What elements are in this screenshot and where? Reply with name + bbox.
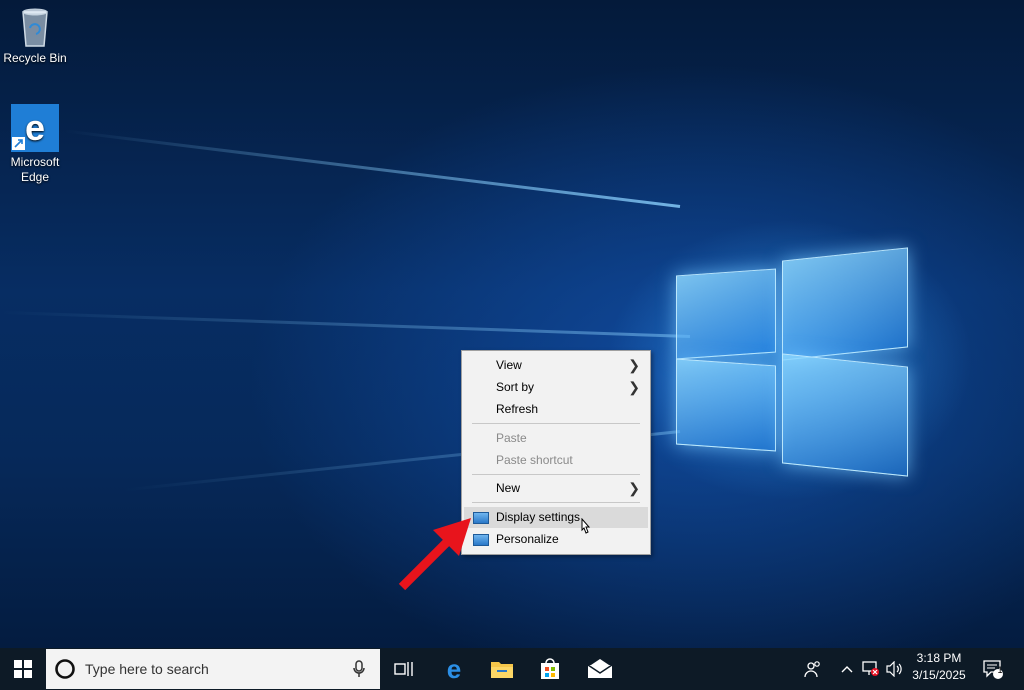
chevron-up-icon: [841, 666, 853, 673]
microphone-icon[interactable]: [352, 660, 366, 678]
task-view-button[interactable]: [386, 648, 422, 690]
light-beam: [64, 129, 681, 208]
svg-text:e: e: [25, 107, 45, 148]
chevron-right-icon: ❯: [628, 357, 640, 373]
network-disconnected-icon: [862, 661, 879, 676]
taskbar-search-box[interactable]: Type here to search: [46, 649, 380, 689]
desktop-icon-label: Microsoft Edge: [10, 155, 60, 184]
chevron-right-icon: ❯: [628, 379, 640, 395]
volume-button[interactable]: [884, 648, 904, 690]
menu-item-label: Refresh: [496, 402, 539, 416]
mouse-cursor-icon: [581, 518, 591, 534]
edge-icon: e: [11, 104, 59, 152]
mail-icon: [587, 659, 613, 678]
taskbar-store-button[interactable]: [532, 648, 568, 690]
menu-item-new[interactable]: New ❯: [464, 478, 648, 499]
taskbar-file-explorer-button[interactable]: [484, 648, 520, 690]
people-button[interactable]: [800, 648, 826, 690]
menu-item-label: New: [496, 481, 521, 495]
file-explorer-icon: [491, 662, 513, 678]
notification-count-badge: 1: [997, 665, 1003, 675]
svg-text:e: e: [447, 657, 461, 681]
menu-item-refresh[interactable]: Refresh: [464, 399, 648, 420]
taskbar-clock[interactable]: 3:18 PM 3/15/2025: [906, 650, 972, 684]
task-view-icon: [394, 662, 413, 676]
menu-item-label: Personalize: [496, 532, 559, 546]
speaker-icon: [886, 661, 902, 677]
light-beam: [0, 310, 691, 338]
annotation-arrow-icon: [398, 518, 471, 591]
menu-item-label: Sort by: [496, 380, 535, 394]
taskbar-edge-button[interactable]: e: [436, 648, 472, 690]
windows-start-icon: [14, 660, 32, 678]
action-center-button[interactable]: 1: [978, 648, 1008, 690]
personalize-icon: [473, 534, 489, 546]
taskbar-mail-button[interactable]: [580, 648, 620, 690]
store-icon: [541, 658, 559, 679]
desktop-context-menu: View ❯ Sort by ❯ Refresh Paste Paste sho…: [461, 350, 651, 555]
menu-item-label: Paste: [496, 431, 527, 445]
menu-item-label: Paste shortcut: [496, 453, 573, 467]
menu-separator: [472, 423, 640, 424]
network-status-button[interactable]: [860, 648, 882, 690]
clock-time: 3:18 PM: [916, 651, 962, 665]
menu-separator: [472, 474, 640, 475]
menu-item-label: View: [496, 358, 522, 372]
desktop-icon-microsoft-edge[interactable]: e Microsoft Edge: [0, 104, 70, 185]
show-hidden-icons-button[interactable]: [838, 648, 856, 690]
chevron-right-icon: ❯: [628, 480, 640, 496]
start-button[interactable]: [0, 648, 46, 690]
edge-icon: e: [447, 657, 461, 681]
desktop-icon-recycle-bin[interactable]: Recycle Bin: [0, 4, 70, 66]
menu-item-label: Display settings: [496, 510, 581, 524]
clock-date: 3/15/2025: [912, 668, 966, 682]
menu-item-view[interactable]: View ❯: [464, 355, 648, 376]
menu-item-paste[interactable]: Paste: [464, 428, 648, 449]
display-icon: [473, 512, 489, 524]
menu-separator: [472, 502, 640, 503]
menu-item-sort-by[interactable]: Sort by ❯: [464, 377, 648, 398]
cortana-icon: [55, 659, 75, 679]
recycle-bin-icon: [22, 8, 48, 47]
menu-item-personalize[interactable]: Personalize: [464, 529, 648, 550]
search-placeholder: Type here to search: [85, 661, 209, 677]
menu-item-paste-shortcut[interactable]: Paste shortcut: [464, 450, 648, 471]
people-icon: [804, 661, 820, 678]
windows-logo-wallpaper: [672, 240, 912, 480]
menu-item-display-settings[interactable]: Display settings: [464, 507, 648, 528]
desktop-icon-label: Recycle Bin: [3, 51, 67, 65]
